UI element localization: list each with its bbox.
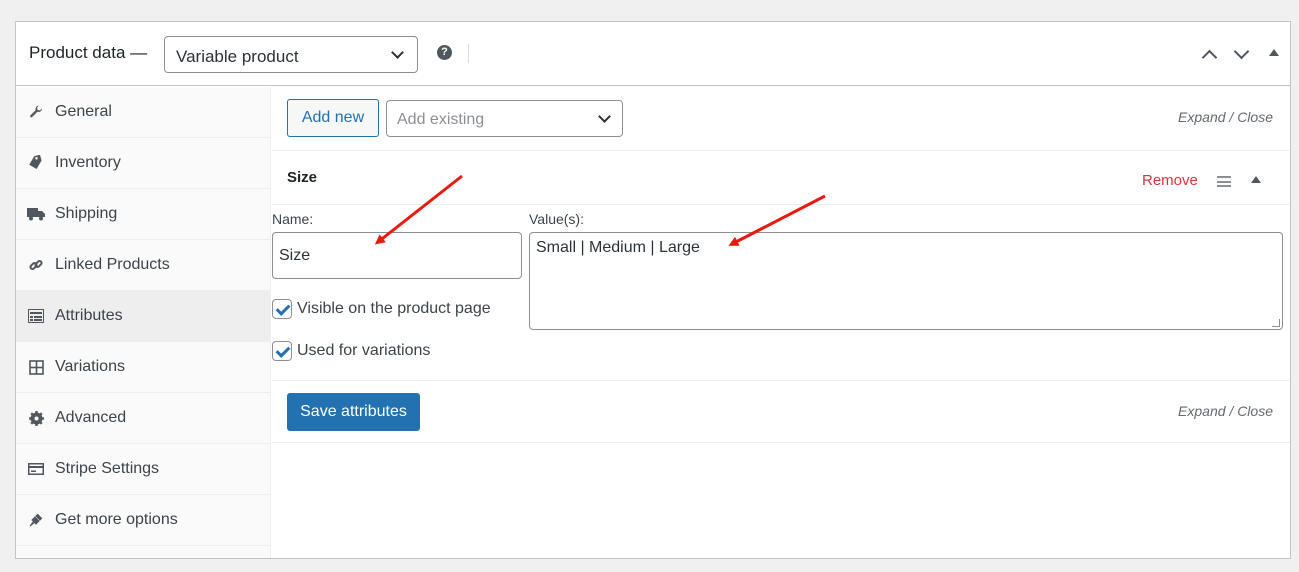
annotation-arrows [374,174,826,246]
arrow-to-values [728,194,826,246]
arrow-to-name [374,174,463,245]
